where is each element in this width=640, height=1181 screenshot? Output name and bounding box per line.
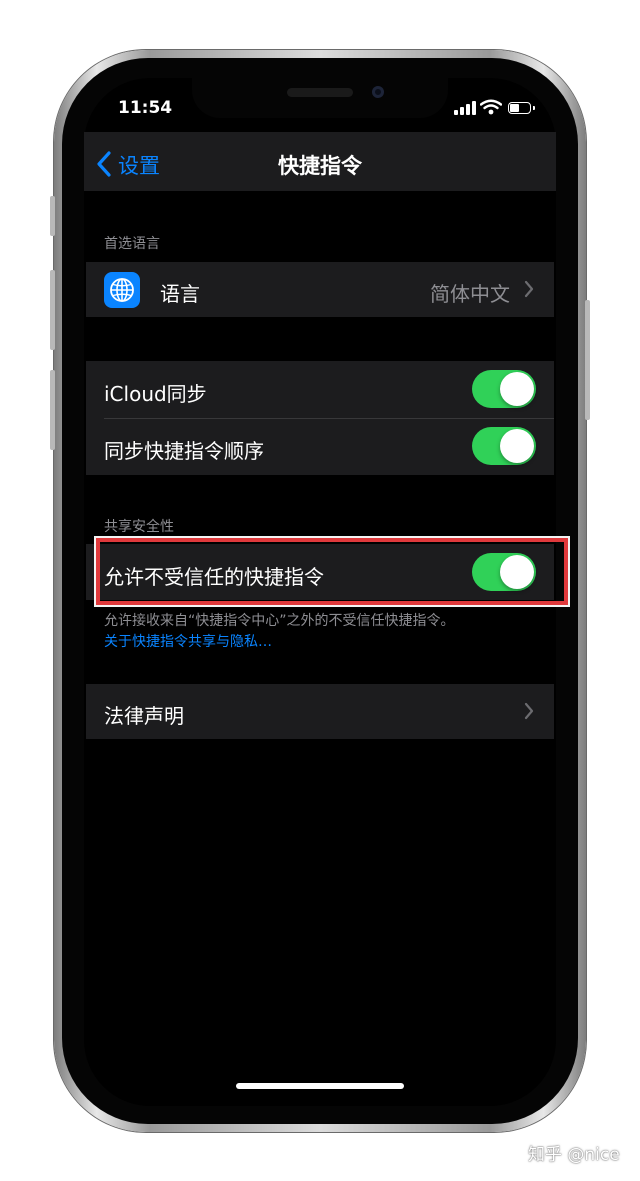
battery-level bbox=[510, 104, 519, 112]
sync-order-toggle[interactable] bbox=[472, 427, 536, 465]
section-header-sharing: 共享安全性 bbox=[104, 519, 174, 535]
status-time: 11:54 bbox=[118, 98, 173, 118]
chevron-right-icon bbox=[524, 280, 534, 298]
wifi-icon bbox=[480, 99, 502, 115]
section-header-language: 首选语言 bbox=[104, 236, 160, 252]
legal-label: 法律声明 bbox=[104, 704, 184, 728]
language-value: 简体中文 bbox=[430, 282, 510, 306]
notch bbox=[192, 78, 448, 118]
toggle-knob bbox=[500, 372, 534, 406]
highlight-annotation-box bbox=[96, 538, 568, 605]
back-button[interactable]: 设置 bbox=[118, 150, 160, 180]
page-title: 快捷指令 bbox=[278, 154, 362, 178]
language-label: 语言 bbox=[160, 282, 200, 306]
sync-order-label: 同步快捷指令顺序 bbox=[104, 439, 264, 463]
watermark: 知乎 @nice bbox=[528, 1145, 620, 1165]
chevron-right-icon bbox=[524, 702, 534, 720]
ringer-switch bbox=[50, 196, 55, 236]
icloud-sync-label: iCloud同步 bbox=[104, 382, 207, 406]
power-button bbox=[585, 300, 590, 420]
icloud-sync-toggle[interactable] bbox=[472, 370, 536, 408]
sharing-footer-text: 允许接收来自“快捷指令中心”之外的不受信任快捷指令。 bbox=[104, 613, 455, 629]
sharing-privacy-link[interactable]: 关于快捷指令共享与隐私… bbox=[104, 631, 272, 651]
home-indicator[interactable] bbox=[236, 1083, 404, 1089]
row-separator bbox=[104, 418, 554, 419]
battery-tip bbox=[533, 106, 535, 110]
front-camera bbox=[372, 86, 384, 98]
earpiece-speaker bbox=[287, 88, 353, 97]
volume-down-button bbox=[50, 370, 55, 450]
toggle-knob bbox=[500, 429, 534, 463]
volume-up-button bbox=[50, 270, 55, 350]
back-chevron-icon[interactable] bbox=[96, 150, 112, 178]
globe-icon bbox=[110, 278, 134, 302]
cellular-signal-icon bbox=[454, 100, 476, 115]
